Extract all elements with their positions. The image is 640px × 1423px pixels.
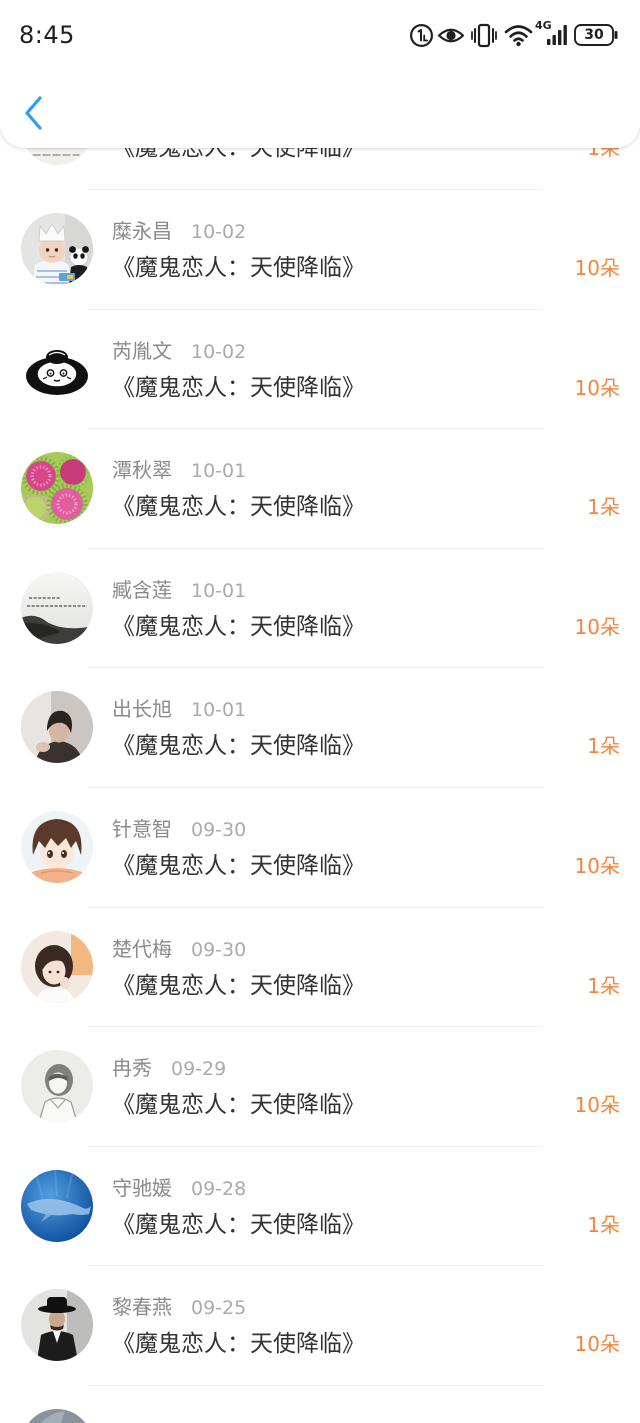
sender-info: 出长旭 10-01: [112, 696, 246, 722]
sender-info: 楚代梅 09-30: [112, 936, 246, 962]
gift-record-row[interactable]: 守驰媛 09-28 《魔鬼恋人：天使降临》 1朵: [0, 1146, 640, 1267]
gift-date: 09-25: [191, 1297, 247, 1320]
gift-record-row[interactable]: 冉秀 09-29 《魔鬼恋人：天使降临》 10朵: [0, 1027, 640, 1147]
gift-date: 09-29: [171, 1058, 227, 1081]
sender-name: 糜永昌: [112, 218, 172, 243]
sender-info: 守驰媛 09-28: [112, 1175, 246, 1201]
gift-record-row[interactable]: 芮胤文 10-02 《魔鬼恋人：天使降临》 10朵: [0, 309, 640, 430]
gift-date: 10-01: [191, 460, 247, 483]
gift-date: 10-01: [191, 699, 247, 722]
work-title: 《魔鬼恋人：天使降临》: [112, 613, 365, 640]
avatar: [21, 571, 93, 644]
battery-level: 30: [584, 27, 604, 43]
flower-count: 1朵: [587, 1212, 620, 1237]
gift-date: 09-28: [191, 1177, 247, 1200]
eye-icon: [437, 25, 465, 46]
flower-count: 10朵: [574, 255, 620, 280]
gift-date: 10-02: [191, 340, 247, 363]
work-title: 《魔鬼恋人：天使降临》: [112, 1211, 365, 1238]
flower-count: 10朵: [574, 1093, 620, 1118]
sender-name: 潭秋翠: [112, 458, 172, 483]
sender-name: 臧含莲: [112, 577, 172, 602]
vibrate-icon: [471, 22, 497, 49]
flower-count: 1朵: [587, 495, 620, 520]
battery-icon: 30: [574, 24, 620, 46]
sender-info: 针意智 09-30: [112, 816, 246, 842]
sender-name: 守驰媛: [112, 1175, 172, 1200]
flower-count: 1朵: [587, 973, 620, 998]
flower-count: 1朵: [587, 734, 620, 759]
gift-date: 10-01: [191, 579, 247, 602]
avatar: [21, 810, 93, 883]
gift-record-row[interactable]: 潭秋翠 10-01 《魔鬼恋人：天使降临》 1朵: [0, 429, 640, 549]
gift-date: 09-30: [191, 938, 247, 961]
wifi-icon: [503, 23, 534, 47]
work-title: 《魔鬼恋人：天使降临》: [112, 254, 365, 281]
avatar: [21, 1050, 93, 1123]
chevron-left-icon: [14, 90, 56, 136]
gift-records-page: 《魔鬼恋人：天使降临》 1朵 糜永昌 10-02 《魔鬼恋人：天使降临》 10朵 芮胤文 10…: [0, 0, 640, 1423]
avatar: [21, 452, 93, 525]
sender-info: 臧含莲 10-01: [112, 577, 246, 603]
work-title: 《魔鬼恋人：天使降临》: [112, 1331, 365, 1358]
work-title: 《魔鬼恋人：天使降临》: [112, 733, 365, 760]
sender-info: 糜永昌 10-02: [112, 218, 246, 244]
avatar: [21, 1289, 93, 1362]
avatar: [21, 691, 93, 764]
avatar: [21, 1409, 93, 1423]
flower-count: 10朵: [574, 853, 620, 878]
work-title: 《魔鬼恋人：天使降临》: [112, 1092, 365, 1119]
gift-record-row[interactable]: 臧含莲 10-01 《魔鬼恋人：天使降临》 10朵: [0, 548, 640, 669]
hd-voice-icon: [409, 23, 434, 48]
gift-record-row-partial[interactable]: [0, 1386, 640, 1423]
work-title: 《魔鬼恋人：天使降临》: [112, 374, 365, 401]
top-bar: 8:45 4G 30: [0, 0, 640, 148]
sender-name: 针意智: [112, 816, 172, 841]
status-time: 8:45: [19, 21, 75, 49]
gift-record-row[interactable]: 出长旭 10-01 《魔鬼恋人：天使降临》 1朵: [0, 668, 640, 788]
sender-name: 楚代梅: [112, 936, 172, 961]
sender-info: 芮胤文 10-02: [112, 338, 246, 364]
gift-record-list[interactable]: 《魔鬼恋人：天使降临》 1朵 糜永昌 10-02 《魔鬼恋人：天使降临》 10朵 芮胤文 10…: [0, 70, 640, 1386]
gift-date: 10-02: [191, 220, 247, 243]
gift-record-row[interactable]: 黎春燕 09-25 《魔鬼恋人：天使降临》 10朵: [0, 1266, 640, 1386]
avatar: [21, 212, 93, 285]
sender-name: 出长旭: [112, 697, 172, 722]
avatar: [21, 930, 93, 1003]
gift-record-row[interactable]: 针意智 09-30 《魔鬼恋人：天使降临》 10朵: [0, 787, 640, 908]
avatar: [21, 332, 93, 405]
sender-name: 芮胤文: [112, 338, 172, 363]
flower-count: 10朵: [574, 375, 620, 400]
sender-name: 黎春燕: [112, 1295, 172, 1320]
sender-info: 黎春燕 09-25: [112, 1294, 246, 1320]
work-title: 《魔鬼恋人：天使降临》: [112, 494, 365, 521]
sender-info: 冉秀 09-29: [112, 1055, 226, 1081]
avatar: [21, 1169, 93, 1242]
sender-info: 潭秋翠 10-01: [112, 457, 246, 483]
flower-count: 10朵: [574, 614, 620, 639]
gift-record-row[interactable]: 糜永昌 10-02 《魔鬼恋人：天使降临》 10朵: [0, 189, 640, 310]
sender-name: 冉秀: [112, 1056, 152, 1081]
flower-count: 10朵: [574, 1332, 620, 1357]
back-button[interactable]: [14, 90, 56, 136]
signal-icon: [546, 25, 569, 45]
work-title: 《魔鬼恋人：天使降临》: [112, 852, 365, 879]
gift-record-row[interactable]: 楚代梅 09-30 《魔鬼恋人：天使降临》 1朵: [0, 907, 640, 1028]
gift-date: 09-30: [191, 818, 247, 841]
work-title: 《魔鬼恋人：天使降临》: [112, 972, 365, 999]
